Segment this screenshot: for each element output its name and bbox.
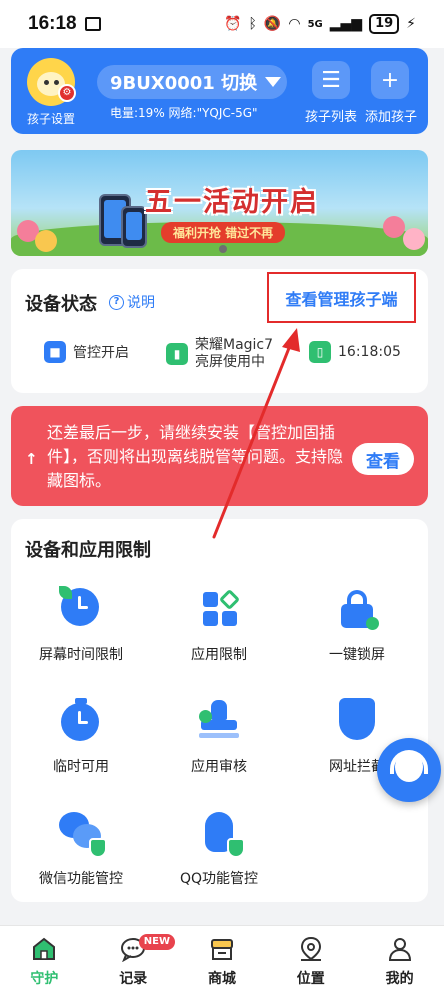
customer-service-button[interactable] <box>377 738 441 802</box>
restriction-temporary[interactable]: 临时可用 <box>16 698 146 776</box>
wechat-icon <box>59 810 107 858</box>
timer-icon <box>59 698 103 742</box>
question-icon: ? <box>109 294 124 310</box>
avatar-eye-left <box>44 80 49 85</box>
qq-icon <box>197 810 245 858</box>
restriction-screen-time[interactable]: 屏幕时间限制 <box>16 586 146 664</box>
restriction-apps[interactable]: 应用限制 <box>154 586 284 664</box>
help-label: 说明 <box>127 295 155 311</box>
agent-icon <box>395 752 423 782</box>
shield-icon <box>335 698 379 742</box>
wifi-icon: ◠ <box>288 16 301 32</box>
restriction-label: 一键锁屏 <box>329 647 385 663</box>
signal-icon: ▂▄▆ <box>329 16 363 32</box>
install-plugin-warning: ↑ 还差最后一步，请继续安装【管控加固插件】，否则将出现离线脱管等问题。支持隐藏… <box>11 406 428 506</box>
nav-location[interactable]: 位置 <box>266 926 355 995</box>
warning-text: 还差最后一步，请继续安装【管控加固插件】，否则将出现离线脱管等问题。支持隐藏图标… <box>47 423 344 490</box>
network-type: 5G <box>307 18 323 30</box>
device-name: 9BUX0001 切换 <box>110 73 258 94</box>
nav-store[interactable]: 商城 <box>178 926 267 995</box>
status-item-label: 管控开启 <box>73 345 129 361</box>
apps-icon <box>197 586 241 630</box>
restriction-wechat[interactable]: 微信功能管控 <box>16 810 146 888</box>
nav-label: 商城 <box>207 971 236 987</box>
bottom-nav: 守护 NEW 记录 商城 位置 我的 <box>0 925 444 995</box>
flower-decoration <box>383 216 405 238</box>
promo-banner[interactable]: 五一活动开启 福利开抢 错过不再 <box>11 150 428 256</box>
battery-level: 19 <box>369 14 400 34</box>
avatar-eye-right <box>54 80 59 85</box>
screen-state: 亮屏使用中 <box>195 354 265 370</box>
view-warning-button[interactable]: 查看 <box>352 443 414 475</box>
flower-decoration <box>403 228 425 250</box>
vpn-icon <box>84 17 101 31</box>
plus-icon: + <box>380 67 400 93</box>
restriction-qq[interactable]: QQ功能管控 <box>154 810 284 888</box>
view-child-management-link[interactable]: 查看管理孩子端 <box>267 272 416 323</box>
home-icon <box>33 937 56 960</box>
nav-label: 记录 <box>119 971 148 987</box>
header-card: ⚙ 孩子设置 9BUX0001 切换 电量:19% 网络:"YQJC-5G" ☰… <box>11 48 428 134</box>
status-indicators: ⏰ ᛒ 🔕 ◠ 5G ▂▄▆ 19 ⚡ <box>224 14 416 34</box>
status-time: 16:18 <box>28 13 77 34</box>
store-icon <box>210 939 233 960</box>
restriction-lock-screen[interactable]: 一键锁屏 <box>292 586 422 664</box>
lock-icon <box>335 586 379 630</box>
restriction-label: 应用限制 <box>191 647 247 663</box>
phone-illustration <box>121 206 147 248</box>
nav-label: 位置 <box>296 971 325 987</box>
chevron-down-icon <box>265 77 282 87</box>
status-bar: 16:18 ⏰ ᛒ 🔕 ◠ 5G ▂▄▆ 19 ⚡ <box>0 0 444 48</box>
carousel-indicator <box>219 245 227 253</box>
device-info: 电量:19% 网络:"YQJC-5G" <box>110 106 258 120</box>
restriction-label: 临时可用 <box>53 759 109 775</box>
charging-icon: ⚡ <box>406 16 416 32</box>
location-icon <box>300 936 321 961</box>
gear-icon[interactable]: ⚙ <box>58 84 76 102</box>
nav-guard[interactable]: 守护 <box>0 926 89 995</box>
add-child-button[interactable]: + <box>371 61 409 99</box>
restriction-label: 微信功能管控 <box>39 871 123 887</box>
restrictions-title: 设备和应用限制 <box>25 540 151 561</box>
device-status-card: 设备状态 ? 说明 查看管理孩子端 ■ 管控开启 ▮ 荣耀Magic7 亮屏使用… <box>11 269 428 393</box>
nav-label: 我的 <box>385 971 414 987</box>
restriction-label: 屏幕时间限制 <box>39 647 123 663</box>
status-item-device: ▮ 荣耀Magic7 亮屏使用中 <box>166 337 273 371</box>
child-list-label[interactable]: 孩子列表 <box>305 106 357 125</box>
shield-icon: ■ <box>44 341 66 363</box>
device-model: 荣耀Magic7 <box>195 337 274 353</box>
phone-icon: ▯ <box>309 341 331 363</box>
restrictions-card: 设备和应用限制 屏幕时间限制 应用限制 一键锁屏 临时可用 应用审核 网址拦截 … <box>11 519 428 902</box>
user-icon <box>388 938 411 961</box>
help-link[interactable]: ? 说明 <box>109 292 155 312</box>
nav-me[interactable]: 我的 <box>355 926 444 995</box>
restriction-label: QQ功能管控 <box>179 871 259 887</box>
status-item-control: ■ 管控开启 <box>44 341 129 363</box>
mute-icon: 🔕 <box>263 16 282 32</box>
nav-label: 守护 <box>30 971 59 987</box>
new-badge: NEW <box>138 934 176 950</box>
stamp-icon <box>197 698 241 742</box>
restriction-label: 应用审核 <box>191 759 247 775</box>
device-status-title: 设备状态 <box>25 294 97 315</box>
restriction-app-review[interactable]: 应用审核 <box>154 698 284 776</box>
arrow-up-icon: ↑ <box>25 450 38 468</box>
banner-title: 五一活动开启 <box>145 187 319 218</box>
add-child-label[interactable]: 添加孩子 <box>365 106 417 125</box>
status-time-value: 16:18:05 <box>338 344 401 360</box>
alarm-icon: ⏰ <box>224 16 242 32</box>
banner-subtitle: 福利开抢 错过不再 <box>161 222 286 243</box>
device-switch-button[interactable]: 9BUX0001 切换 <box>97 65 287 99</box>
child-settings-label[interactable]: 孩子设置 <box>21 110 81 127</box>
nav-records[interactable]: NEW 记录 <box>89 926 178 995</box>
status-item-time: ▯ 16:18:05 <box>309 341 401 363</box>
list-icon: ☰ <box>321 67 341 93</box>
flower-decoration <box>35 230 57 252</box>
signal-icon: ▮ <box>166 343 188 365</box>
child-list-button[interactable]: ☰ <box>312 61 350 99</box>
clock-icon <box>59 586 103 630</box>
bluetooth-icon: ᛒ <box>248 16 257 32</box>
